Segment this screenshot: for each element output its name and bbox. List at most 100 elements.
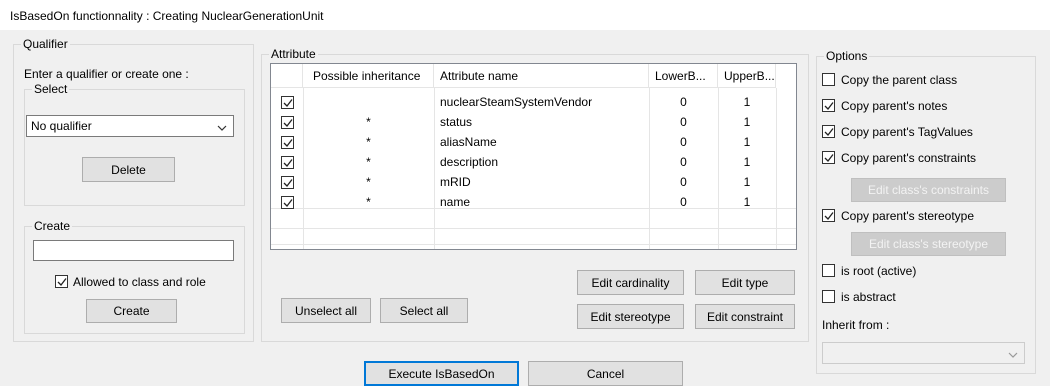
create-group-label: Create: [32, 219, 73, 233]
create-qualifier-input[interactable]: [33, 240, 234, 261]
edit-class-constraints-label: Edit class's constraints: [867, 183, 989, 197]
unselect-all-button[interactable]: Unselect all: [281, 298, 371, 323]
header-possible-inheritance[interactable]: Possible inheritance: [303, 64, 434, 88]
row-upper-bound: 1: [743, 195, 751, 209]
edit-cardinality-label: Edit cardinality: [591, 275, 670, 290]
copy-parent-class-checkbox[interactable]: [822, 73, 835, 86]
row-checkbox[interactable]: [280, 195, 294, 209]
delete-button-label: Delete: [111, 162, 146, 177]
attribute-group-label: Attribute: [269, 47, 318, 61]
create-button-label: Create: [113, 304, 150, 318]
qualifier-instruction: Enter a qualifier or create one :: [24, 67, 189, 81]
row-inheritance: *: [366, 135, 371, 149]
row-attribute-name: status: [440, 115, 473, 129]
is-root-label: is root (active): [841, 264, 917, 278]
check-mark-icon: [283, 118, 293, 127]
row-attribute-name: description: [440, 155, 499, 169]
check-mark-icon: [824, 154, 834, 162]
cancel-button[interactable]: Cancel: [528, 361, 683, 386]
row-inheritance: *: [366, 155, 371, 169]
header-upper-bound[interactable]: UpperB...: [718, 64, 776, 88]
is-root-checkbox[interactable]: [822, 264, 835, 277]
row-attribute-name: mRID: [440, 175, 471, 189]
row-upper-bound: 1: [743, 135, 751, 149]
copy-parent-notes-checkbox[interactable]: [822, 99, 835, 112]
select-all-button[interactable]: Select all: [380, 298, 468, 323]
allowed-to-class-and-role-checkbox[interactable]: [55, 275, 68, 288]
cancel-label: Cancel: [586, 366, 625, 381]
edit-stereotype-button[interactable]: Edit stereotype: [577, 304, 684, 329]
edit-constraint-button[interactable]: Edit constraint: [695, 304, 795, 329]
copy-parent-tagvalues-label: Copy parent's TagValues: [841, 125, 973, 139]
row-upper-bound: 1: [743, 155, 751, 169]
row-attribute-name: name: [440, 195, 471, 209]
edit-constraint-label: Edit constraint: [706, 309, 784, 324]
row-checkbox[interactable]: [280, 155, 294, 169]
row-checkbox[interactable]: [280, 175, 294, 189]
row-attribute-name: aliasName: [440, 135, 497, 149]
header-lower-bound[interactable]: LowerB...: [649, 64, 718, 88]
create-button[interactable]: Create: [86, 299, 177, 323]
row-checkbox[interactable]: [280, 115, 294, 129]
check-mark-icon: [283, 198, 293, 207]
qualifier-select[interactable]: No qualifier: [26, 115, 234, 137]
check-mark-icon: [283, 158, 293, 167]
edit-stereotype-label: Edit stereotype: [590, 309, 671, 324]
qualifier-group-label: Qualifier: [21, 37, 70, 51]
inherit-from-select[interactable]: [822, 342, 1025, 364]
execute-isbasedon-label: Execute IsBasedOn: [388, 366, 495, 381]
copy-parent-stereotype-checkbox[interactable]: [822, 209, 835, 222]
check-mark-icon: [283, 138, 293, 147]
row-checkbox[interactable]: [280, 95, 294, 109]
select-group: Select: [24, 82, 245, 206]
table-row[interactable]: * aliasName 0 1: [271, 132, 776, 152]
inherit-from-label: Inherit from :: [822, 318, 890, 332]
header-attribute-name[interactable]: Attribute name: [434, 64, 649, 88]
copy-parent-class-label: Copy the parent class: [841, 73, 958, 87]
edit-type-label: Edit type: [721, 275, 769, 290]
select-all-label: Select all: [399, 303, 449, 318]
copy-parent-tagvalues-checkbox[interactable]: [822, 125, 835, 138]
table-row[interactable]: * description 0 1: [271, 152, 776, 172]
execute-isbasedon-button[interactable]: Execute IsBasedOn: [364, 361, 519, 386]
row-lower-bound: 0: [680, 95, 687, 109]
row-lower-bound: 0: [680, 115, 687, 129]
qualifier-select-value: No qualifier: [31, 119, 92, 133]
edit-cardinality-button[interactable]: Edit cardinality: [577, 270, 684, 295]
copy-parent-constraints-checkbox[interactable]: [822, 151, 835, 164]
table-row[interactable]: * status 0 1: [271, 112, 776, 132]
row-lower-bound: 0: [680, 195, 687, 209]
row-upper-bound: 1: [743, 95, 751, 109]
title-bar: IsBasedOn functionnality : Creating Nucl…: [0, 0, 1050, 30]
chevron-down-icon: [1008, 348, 1018, 362]
copy-parent-constraints-label: Copy parent's constraints: [841, 151, 977, 165]
check-mark-icon: [57, 278, 67, 286]
copy-parent-notes-label: Copy parent's notes: [841, 99, 948, 113]
check-mark-icon: [824, 102, 834, 110]
edit-class-stereotype-button[interactable]: Edit class's stereotype: [851, 232, 1006, 256]
table-row[interactable]: * name 0 1: [271, 192, 776, 212]
check-mark-icon: [824, 212, 834, 220]
row-checkbox[interactable]: [280, 135, 294, 149]
edit-class-stereotype-label: Edit class's stereotype: [868, 237, 988, 251]
edit-type-button[interactable]: Edit type: [695, 270, 795, 295]
table-row[interactable]: * mRID 0 1: [271, 172, 776, 192]
is-abstract-checkbox[interactable]: [822, 290, 835, 303]
window-title: IsBasedOn functionnality : Creating Nucl…: [10, 9, 324, 23]
copy-parent-stereotype-label: Copy parent's stereotype: [841, 209, 975, 223]
delete-button[interactable]: Delete: [82, 157, 175, 182]
row-inheritance: *: [366, 115, 371, 129]
table-row[interactable]: nuclearSteamSystemVendor 0 1: [271, 92, 776, 112]
row-upper-bound: 1: [743, 115, 751, 129]
is-abstract-label: is abstract: [841, 290, 896, 304]
unselect-all-label: Unselect all: [294, 303, 358, 318]
row-inheritance: *: [366, 195, 371, 209]
row-inheritance: [303, 92, 434, 112]
edit-class-constraints-button[interactable]: Edit class's constraints: [851, 178, 1006, 202]
attribute-grid[interactable]: Possible inheritance Attribute name Lowe…: [270, 63, 797, 250]
header-check-column: [271, 64, 303, 88]
check-mark-icon: [283, 98, 293, 107]
row-attribute-name: nuclearSteamSystemVendor: [440, 95, 593, 109]
check-mark-icon: [283, 178, 293, 187]
row-inheritance: *: [366, 175, 371, 189]
